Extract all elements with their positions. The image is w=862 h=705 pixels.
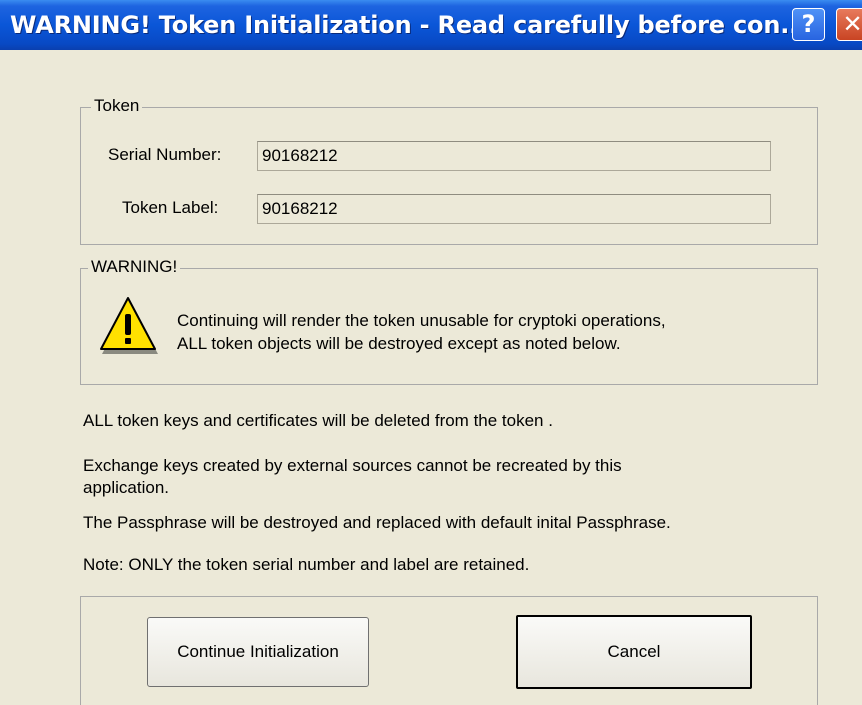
title-bar[interactable]: WARNING! Token Initialization - Read car… — [0, 0, 862, 50]
message-exchange-keys-cont: application. — [83, 478, 170, 497]
close-button[interactable]: ✕ — [836, 8, 862, 41]
serial-number-field: 90168212 — [257, 141, 771, 171]
token-groupbox — [80, 107, 818, 245]
token-group-legend: Token — [91, 96, 143, 116]
continue-initialization-button[interactable]: Continue Initialization — [147, 617, 369, 687]
warning-line-2: ALL token objects will be destroyed exce… — [177, 334, 621, 353]
message-passphrase: The Passphrase will be destroyed and rep… — [83, 513, 671, 532]
warning-triangle-icon — [100, 297, 158, 354]
message-keys-deleted: ALL token keys and certificates will be … — [83, 411, 553, 430]
window-title: WARNING! Token Initialization - Read car… — [10, 11, 807, 39]
message-note: Note: ONLY the token serial number and l… — [83, 555, 530, 574]
dialog-window: WARNING! Token Initialization - Read car… — [0, 0, 862, 705]
serial-number-label: Serial Number: — [108, 145, 222, 164]
warning-line-1: Continuing will render the token unusabl… — [177, 311, 666, 330]
message-exchange-keys: Exchange keys created by external source… — [83, 456, 622, 475]
token-label-label: Token Label: — [122, 198, 219, 217]
cancel-button[interactable]: Cancel — [516, 615, 752, 689]
warning-group-legend: WARNING! — [88, 257, 181, 277]
token-label-field: 90168212 — [257, 194, 771, 224]
help-button[interactable]: ? — [792, 8, 825, 41]
